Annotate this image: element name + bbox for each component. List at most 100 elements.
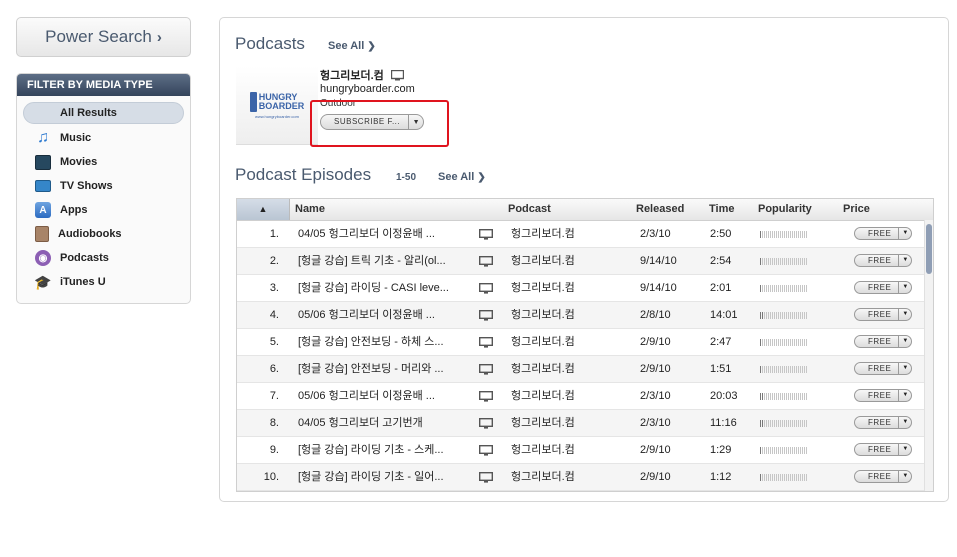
episode-podcast[interactable]: 헝그리보더.컴	[511, 356, 621, 383]
column-header-popularity[interactable]: Popularity	[758, 199, 812, 220]
filter-item-label: All Results	[60, 107, 117, 119]
highlight-box	[310, 100, 449, 147]
table-row[interactable]: 7. 05/06 헝그리보더 이정윤배 ... 헝그리보더.컴 2/3/10 20:03…	[237, 383, 927, 410]
free-button[interactable]: FREE ▼	[854, 254, 913, 267]
episode-podcast[interactable]: 헝그리보더.컴	[511, 248, 621, 275]
see-all-label: See All	[438, 171, 475, 183]
episode-podcast[interactable]: 헝그리보더.컴	[511, 383, 621, 410]
filter-item-tv-shows[interactable]: TV Shows	[17, 174, 190, 198]
episode-podcast[interactable]: 헝그리보더.컴	[511, 221, 621, 248]
episode-name: 04/05 헝그리보더 이정윤배 ...	[298, 228, 435, 240]
dropdown-arrow-icon[interactable]: ▼	[898, 390, 911, 401]
popularity-bar	[760, 393, 808, 400]
podcast-title[interactable]: 헝그리보더.컴	[320, 67, 404, 83]
free-button[interactable]: FREE ▼	[854, 281, 913, 294]
episode-released: 2/3/10	[640, 417, 671, 429]
table-row[interactable]: 8. 04/05 헝그리보더 고기번개 헝그리보더.컴 2/3/10 11:16 FREE…	[237, 410, 927, 437]
episode-number: 8.	[269, 417, 279, 429]
episode-name: 04/05 헝그리보더 고기번개	[298, 417, 423, 429]
episode-number: 9.	[269, 444, 279, 456]
dropdown-arrow-icon[interactable]: ▼	[898, 282, 911, 293]
filter-item-label: Movies	[60, 156, 98, 168]
column-header-time[interactable]: Time	[709, 199, 734, 220]
episode-podcast[interactable]: 헝그리보더.컴	[511, 329, 621, 356]
price-cell: FREE ▼	[854, 470, 913, 483]
free-button[interactable]: FREE ▼	[854, 335, 913, 348]
filter-header: FILTER BY MEDIA TYPE	[17, 74, 190, 96]
free-button[interactable]: FREE ▼	[854, 362, 913, 375]
dropdown-arrow-icon[interactable]: ▼	[898, 255, 911, 266]
column-header-podcast[interactable]: Podcast	[508, 199, 551, 220]
free-label: FREE	[868, 256, 892, 265]
table-row[interactable]: 1. 04/05 헝그리보더 이정윤배 ... 헝그리보더.컴 2/3/10 2:50 F…	[237, 221, 927, 248]
free-button[interactable]: FREE ▼	[854, 443, 913, 456]
podcast-icon: ◉	[35, 250, 51, 266]
dropdown-arrow-icon[interactable]: ▼	[898, 228, 911, 239]
episode-podcast[interactable]: 헝그리보더.컴	[511, 410, 621, 437]
episode-podcast[interactable]: 헝그리보더.컴	[511, 302, 621, 329]
filter-item-itunes-u[interactable]: 🎓 iTunes U	[17, 270, 190, 294]
free-label: FREE	[868, 418, 892, 427]
table-row[interactable]: 5. [헝글 강습] 안전보딩 - 하체 스... 헝그리보더.컴 2/9/10 2:4…	[237, 329, 927, 356]
power-search-button[interactable]: Power Search ›	[16, 17, 191, 57]
free-button[interactable]: FREE ▼	[854, 416, 913, 429]
video-icon	[479, 391, 493, 402]
free-label: FREE	[868, 337, 892, 346]
episode-podcast[interactable]: 헝그리보더.컴	[511, 275, 621, 302]
scrollbar-thumb[interactable]	[926, 224, 932, 274]
popularity-bar	[760, 312, 808, 319]
free-button[interactable]: FREE ▼	[854, 227, 913, 240]
episodes-see-all-link[interactable]: See All ❯	[438, 171, 486, 183]
free-button[interactable]: FREE ▼	[854, 389, 913, 402]
dropdown-arrow-icon[interactable]: ▼	[898, 363, 911, 374]
table-row[interactable]: 10. [헝글 강습] 라이딩 기초 - 일어... 헝그리보더.컴 2/9/10 1:…	[237, 464, 927, 491]
filter-item-podcasts[interactable]: ◉ Podcasts	[17, 246, 190, 270]
dropdown-arrow-icon[interactable]: ▼	[898, 444, 911, 455]
hungry-boarder-logo: HUNGRY BOARDER	[249, 91, 304, 112]
dropdown-arrow-icon[interactable]: ▼	[898, 309, 911, 320]
filter-item-audiobooks[interactable]: Audiobooks	[17, 222, 190, 246]
chevron-right-icon: ›	[156, 28, 162, 46]
table-row[interactable]: 9. [헝글 강습] 라이딩 기초 - 스케... 헝그리보더.컴 2/9/10 1:2…	[237, 437, 927, 464]
popularity-bar	[760, 447, 808, 454]
sort-column-header[interactable]: ▲	[237, 199, 290, 220]
free-label: FREE	[868, 445, 892, 454]
filter-item-apps[interactable]: A Apps	[17, 198, 190, 222]
free-button[interactable]: FREE ▼	[854, 470, 913, 483]
episode-time: 2:01	[710, 282, 732, 294]
filter-item-movies[interactable]: Movies	[17, 150, 190, 174]
dropdown-arrow-icon[interactable]: ▼	[898, 336, 911, 347]
episode-time: 2:50	[710, 228, 732, 240]
episode-time: 1:12	[710, 471, 732, 483]
episode-podcast[interactable]: 헝그리보더.컴	[511, 464, 621, 491]
free-button[interactable]: FREE ▼	[854, 308, 913, 321]
free-label: FREE	[868, 364, 892, 373]
filter-panel: FILTER BY MEDIA TYPE All Results ♫ Music…	[16, 73, 191, 304]
dropdown-arrow-icon[interactable]: ▼	[898, 417, 911, 428]
column-header-price[interactable]: Price	[843, 199, 870, 220]
table-row[interactable]: 2. [헝글 강습] 트릭 기초 - 알리(ol... 헝그리보더.컴 9/14/10…	[237, 248, 927, 275]
episode-number: 5.	[269, 336, 279, 348]
table-row[interactable]: 4. 05/06 헝그리보더 이정윤배 ... 헝그리보더.컴 2/8/10 14:01…	[237, 302, 927, 329]
podcasts-see-all-link[interactable]: See All ❯	[328, 40, 376, 52]
column-header-name[interactable]: Name	[295, 199, 325, 220]
film-icon	[35, 154, 51, 170]
see-all-label: See All	[328, 40, 365, 52]
vertical-scrollbar[interactable]	[924, 220, 933, 491]
filter-item-music[interactable]: ♫ Music	[17, 126, 190, 150]
table-row[interactable]: 3. [헝글 강습] 라이딩 - CASI leve... 헝그리보더.컴 9/14/…	[237, 275, 927, 302]
dropdown-arrow-icon[interactable]: ▼	[898, 471, 911, 482]
free-label: FREE	[868, 229, 892, 238]
podcast-url: hungryboarder.com	[320, 83, 415, 95]
video-icon	[479, 256, 493, 267]
filter-item-all-results[interactable]: All Results	[23, 102, 184, 124]
podcast-artwork[interactable]: HUNGRY BOARDER www.hungryboarder.com	[236, 66, 318, 145]
free-label: FREE	[868, 391, 892, 400]
episode-podcast[interactable]: 헝그리보더.컴	[511, 437, 621, 464]
popularity-bar	[760, 366, 808, 373]
column-header-released[interactable]: Released	[636, 199, 684, 220]
table-row[interactable]: 6. [헝글 강습] 안전보딩 - 머리와 ... 헝그리보더.컴 2/9/10 1:5…	[237, 356, 927, 383]
episode-name: [헝글 강습] 안전보딩 - 하체 스...	[298, 336, 444, 348]
video-icon	[479, 283, 493, 294]
episode-time: 11:16	[710, 417, 737, 429]
